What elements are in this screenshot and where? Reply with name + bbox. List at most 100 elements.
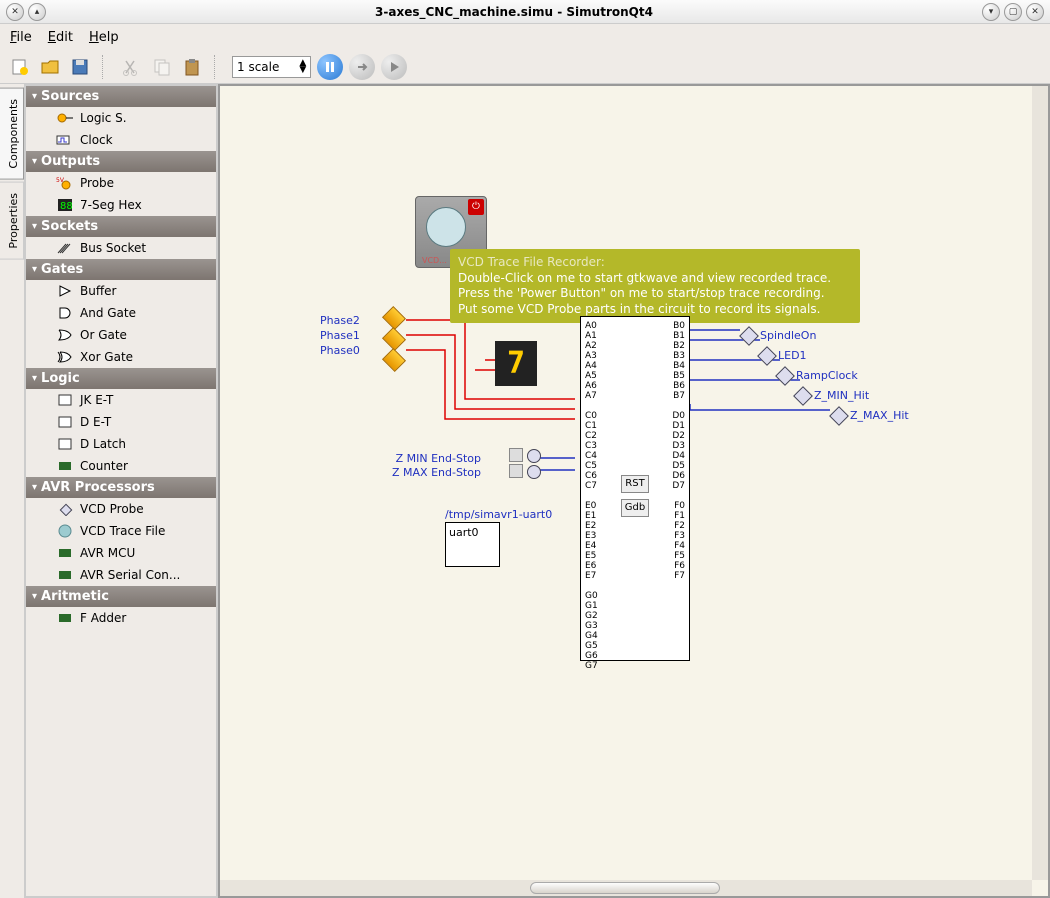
cat-avr[interactable]: AVR Processors xyxy=(26,477,216,498)
tree-item-avr-serial[interactable]: AVR Serial Con... xyxy=(26,564,216,586)
tree-item-f-adder[interactable]: F Adder xyxy=(26,607,216,629)
switch-zmin[interactable] xyxy=(509,448,523,462)
flipflop-icon xyxy=(56,437,74,451)
tree-item-buffer[interactable]: Buffer xyxy=(26,280,216,302)
tab-properties[interactable]: Properties xyxy=(0,182,24,260)
tree-item-logic-s[interactable]: Logic S. xyxy=(26,107,216,129)
tree-item-probe[interactable]: 5VProbe xyxy=(26,172,216,194)
chip-icon xyxy=(56,546,74,560)
uart-box[interactable]: uart0 xyxy=(445,522,500,567)
tree-item-avr-mcu[interactable]: AVR MCU xyxy=(26,542,216,564)
menu-help[interactable]: Help xyxy=(89,30,119,45)
output-net-labels: SpindleOn LED1 RampClock Z_MIN_Hit Z_MAX… xyxy=(742,326,909,426)
probe-icon xyxy=(829,406,849,426)
chip-icon xyxy=(56,568,74,582)
tree-item-or-gate[interactable]: Or Gate xyxy=(26,324,216,346)
side-tab-strip: Components Properties xyxy=(0,84,24,898)
cut-button[interactable] xyxy=(120,55,144,79)
sim-run-button[interactable] xyxy=(381,54,407,80)
sim-pause-button[interactable] xyxy=(317,54,343,80)
menu-file[interactable]: File xyxy=(10,30,32,45)
scale-selector[interactable]: 1 scale ▲▼ xyxy=(232,56,311,78)
label-zmax-endstop: Z MAX End-Stop xyxy=(392,466,481,480)
tree-item-counter[interactable]: Counter xyxy=(26,455,216,477)
close-button[interactable]: ✕ xyxy=(1026,3,1044,21)
buffer-icon xyxy=(56,284,74,298)
tree-item-d-et[interactable]: D E-T xyxy=(26,411,216,433)
uart-path-label: /tmp/simavr1-uart0 xyxy=(445,508,552,521)
sim-step-button[interactable] xyxy=(349,54,375,80)
cat-sources[interactable]: Sources xyxy=(26,86,216,107)
probe-icon xyxy=(757,346,777,366)
led-phase0[interactable] xyxy=(382,348,406,372)
canvas-scrollbar-vertical[interactable] xyxy=(1032,86,1048,880)
label-led1: LED1 xyxy=(778,349,807,362)
clock-icon xyxy=(56,133,74,147)
tree-item-and-gate[interactable]: And Gate xyxy=(26,302,216,324)
led-phase1[interactable] xyxy=(382,327,406,351)
paste-button[interactable] xyxy=(180,55,204,79)
window-menu-button[interactable]: ✕ xyxy=(6,3,24,21)
endstop-node-icon xyxy=(527,465,541,479)
component-tree: Sources Logic S. Clock Outputs 5VProbe 8… xyxy=(24,84,218,898)
menubar: File Edit Help xyxy=(0,24,1050,50)
label-phase0: Phase0 xyxy=(320,343,360,358)
window-shade-button[interactable]: ▴ xyxy=(28,3,46,21)
schematic-canvas[interactable]: ⏻ VCD... VCD Trace File Recorder: Double… xyxy=(218,84,1050,898)
label-phase2: Phase2 xyxy=(320,313,360,328)
or-gate-icon xyxy=(56,328,74,342)
tree-item-vcd-trace[interactable]: VCD Trace File xyxy=(26,520,216,542)
tree-item-7seg[interactable]: 887-Seg Hex xyxy=(26,194,216,216)
led-phase2[interactable] xyxy=(382,306,406,330)
vcd-power-button[interactable]: ⏻ xyxy=(468,199,484,215)
label-rampclock: RampClock xyxy=(796,369,858,382)
scroll-thumb[interactable] xyxy=(530,882,720,894)
avr-mcu-chip[interactable]: A0 A1 A2 A3 A4 A5 A6 A7 C0 C1 C2 C3 C4 C… xyxy=(580,316,690,661)
cat-gates[interactable]: Gates xyxy=(26,259,216,280)
window-title: 3-axes_CNC_machine.simu - SimutronQt4 xyxy=(46,5,982,19)
label-phase1: Phase1 xyxy=(320,328,360,343)
mcu-gdb-button[interactable]: Gdb xyxy=(621,499,649,517)
label-zminhit: Z_MIN_Hit xyxy=(814,389,869,402)
tree-item-d-latch[interactable]: D Latch xyxy=(26,433,216,455)
mcu-pins-left: A0 A1 A2 A3 A4 A5 A6 A7 C0 C1 C2 C3 C4 C… xyxy=(585,321,598,671)
probe-icon xyxy=(739,326,759,346)
tree-item-vcd-probe[interactable]: VCD Probe xyxy=(26,498,216,520)
probe-icon: 5V xyxy=(56,176,74,190)
save-file-button[interactable] xyxy=(68,55,92,79)
tree-item-bus-socket[interactable]: Bus Socket xyxy=(26,237,216,259)
open-file-button[interactable] xyxy=(38,55,62,79)
minimize-button[interactable]: ▾ xyxy=(982,3,1000,21)
canvas-scrollbar-horizontal[interactable] xyxy=(220,880,1032,896)
endstop-labels: Z MIN End-Stop Z MAX End-Stop xyxy=(392,452,481,480)
vcd-trace-icon xyxy=(56,524,74,538)
switch-zmax[interactable] xyxy=(509,464,523,478)
copy-button[interactable] xyxy=(150,55,174,79)
tree-item-xor-gate[interactable]: Xor Gate xyxy=(26,346,216,368)
phase-leds xyxy=(385,310,403,373)
seven-seg-display[interactable]: 7 xyxy=(495,341,537,386)
vcd-tooltip: VCD Trace File Recorder: Double-Click on… xyxy=(450,249,860,323)
vcd-probe-icon xyxy=(56,502,74,516)
toolbar: 1 scale ▲▼ xyxy=(0,50,1050,84)
cat-aritmetic[interactable]: Aritmetic xyxy=(26,586,216,607)
maximize-button[interactable]: ▢ xyxy=(1004,3,1022,21)
uart-name: uart0 xyxy=(449,526,479,539)
sevenseg-icon: 88 xyxy=(56,198,74,212)
xor-gate-icon xyxy=(56,350,74,364)
new-file-button[interactable] xyxy=(8,55,32,79)
tab-components[interactable]: Components xyxy=(0,88,24,180)
cat-sockets[interactable]: Sockets xyxy=(26,216,216,237)
svg-text:88: 88 xyxy=(60,201,73,212)
tooltip-line: Double-Click on me to start gtkwave and … xyxy=(458,271,852,287)
mcu-pins-right: B0 B1 B2 B3 B4 B5 B6 B7 D0 D1 D2 D3 D4 D… xyxy=(672,321,685,581)
titlebar: ✕ ▴ 3-axes_CNC_machine.simu - SimutronQt… xyxy=(0,0,1050,24)
tooltip-line: Press the 'Power Button" on me to start/… xyxy=(458,286,852,302)
cat-logic[interactable]: Logic xyxy=(26,368,216,389)
tree-item-jk-et[interactable]: JK E-T xyxy=(26,389,216,411)
cat-outputs[interactable]: Outputs xyxy=(26,151,216,172)
menu-edit[interactable]: Edit xyxy=(48,30,73,45)
mcu-rst-button[interactable]: RST xyxy=(621,475,649,493)
tree-item-clock[interactable]: Clock xyxy=(26,129,216,151)
endstop-node-icon xyxy=(527,449,541,463)
